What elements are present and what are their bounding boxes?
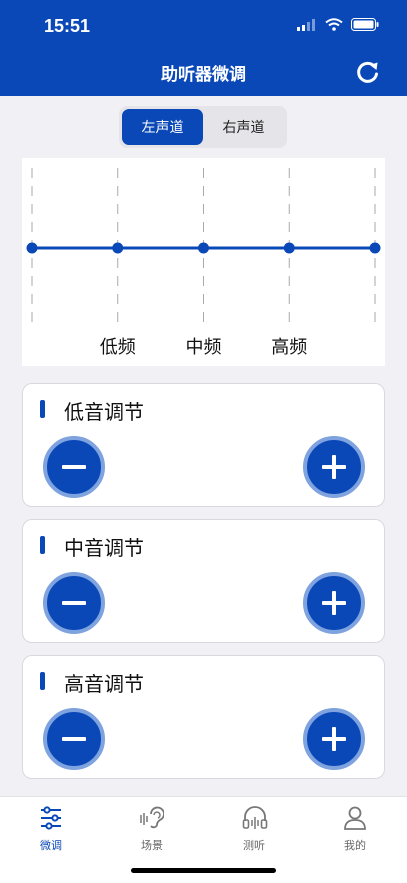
bass-card: 低音调节	[22, 383, 385, 507]
tab-profile[interactable]: 我的	[325, 803, 385, 852]
card-accent-bar	[40, 400, 45, 418]
tab-left-channel[interactable]: 左声道	[122, 109, 203, 145]
plus-icon-vertical	[332, 591, 336, 615]
header: 15:51 助听器微调	[0, 0, 407, 96]
tab-hearing-test[interactable]: 测听	[224, 803, 284, 852]
home-indicator	[131, 868, 276, 873]
sliders-icon	[41, 806, 61, 830]
tab-profile-label: 我的	[344, 839, 366, 852]
channel-segment: 左声道 右声道	[119, 106, 287, 148]
minus-icon	[62, 465, 86, 469]
status-icons	[297, 18, 379, 31]
treble-minus-button[interactable]	[43, 708, 105, 770]
card-title-treble: 高音调节	[64, 672, 144, 696]
ear-icon	[140, 806, 164, 829]
minus-icon	[62, 737, 86, 741]
tab-right-channel[interactable]: 右声道	[203, 109, 284, 145]
eq-chart-svg: 低频 中频 高频	[26, 168, 381, 358]
eq-point-3	[283, 242, 295, 254]
page-title: 助听器微调	[161, 65, 246, 85]
status-time: 15:51	[44, 16, 91, 36]
eq-tick-label-1: 低频	[100, 337, 136, 358]
mid-minus-button[interactable]	[43, 572, 105, 634]
plus-icon-vertical	[332, 455, 336, 479]
eq-chart: 低频 中频 高频	[22, 158, 385, 366]
treble-plus-button[interactable]	[303, 708, 365, 770]
person-icon	[344, 806, 366, 830]
headphones-icon	[242, 806, 268, 829]
card-accent-bar	[40, 672, 45, 690]
eq-tick-label-2: 中频	[186, 337, 222, 358]
battery-icon	[351, 18, 379, 31]
minus-icon	[62, 601, 86, 605]
eq-point-0	[26, 242, 38, 254]
card-title-mid: 中音调节	[64, 536, 144, 560]
eq-point-4	[369, 242, 381, 254]
bass-minus-button[interactable]	[43, 436, 105, 498]
eq-point-1	[112, 242, 124, 254]
plus-icon-vertical	[332, 727, 336, 751]
eq-tick-label-3: 高频	[271, 337, 307, 358]
card-accent-bar	[40, 536, 45, 554]
tab-scene-label: 场景	[141, 839, 163, 852]
wifi-icon	[325, 18, 343, 31]
tab-scene[interactable]: 场景	[122, 803, 182, 852]
eq-point-2	[198, 242, 209, 254]
mid-plus-button[interactable]	[303, 572, 365, 634]
treble-card: 高音调节	[22, 655, 385, 779]
signal-icon	[297, 18, 315, 31]
mid-card: 中音调节	[22, 519, 385, 643]
bass-plus-button[interactable]	[303, 436, 365, 498]
card-title-bass: 低音调节	[64, 400, 144, 424]
tab-hearing-test-label: 测听	[243, 839, 265, 852]
tab-tuning-label: 微调	[40, 839, 62, 852]
tab-tuning[interactable]: 微调	[21, 803, 81, 852]
refresh-icon[interactable]	[355, 60, 381, 86]
